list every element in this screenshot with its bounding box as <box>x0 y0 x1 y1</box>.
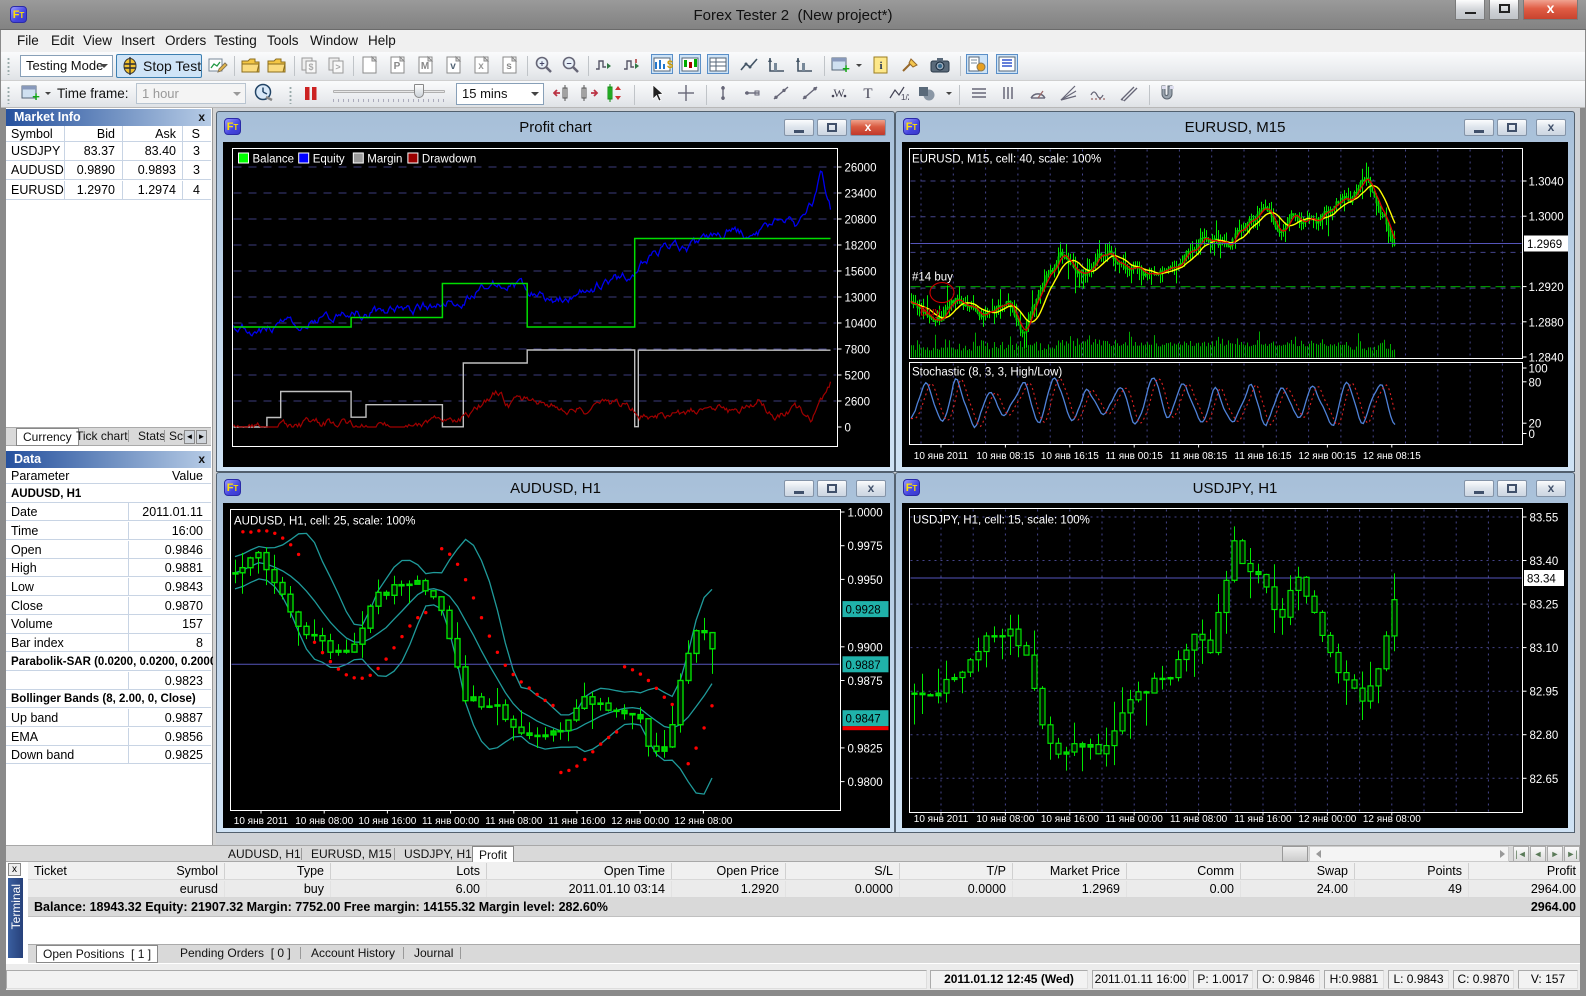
svg-text:0: 0 <box>1529 429 1535 441</box>
svg-text:10 янв 08:00: 10 янв 08:00 <box>295 816 353 827</box>
svg-text:0.9800: 0.9800 <box>848 777 883 789</box>
svg-text:1.2880: 1.2880 <box>1529 317 1564 329</box>
svg-text:15600: 15600 <box>845 267 877 279</box>
svg-text:s: s <box>506 61 512 72</box>
svg-text:0.9847: 0.9847 <box>846 714 881 726</box>
svg-text:2600: 2600 <box>845 397 871 409</box>
svg-text:Stochastic (8, 3, 3, High/Low): Stochastic (8, 3, 3, High/Low) <box>912 367 1062 379</box>
svg-text:11 янв 16:15: 11 янв 16:15 <box>1234 451 1292 462</box>
svg-text:11 янв 00:00: 11 янв 00:00 <box>422 816 480 827</box>
svg-text:10 янв 2011: 10 янв 2011 <box>914 451 969 462</box>
svg-text:7800: 7800 <box>845 345 871 357</box>
svg-text:12 янв 00:00: 12 янв 00:00 <box>611 816 669 827</box>
svg-text:83.10: 83.10 <box>1530 643 1559 655</box>
svg-text:$: $ <box>667 59 673 71</box>
svg-text:v: v <box>450 61 456 72</box>
svg-text:10400: 10400 <box>845 319 877 331</box>
svg-text:11 янв 00:00: 11 янв 00:00 <box>1106 814 1164 825</box>
svg-text:Equity: Equity <box>313 154 345 166</box>
svg-text:23400: 23400 <box>845 189 877 201</box>
svg-text:83.55: 83.55 <box>1530 513 1559 525</box>
svg-text:83.34: 83.34 <box>1527 574 1556 586</box>
svg-text:1.3000: 1.3000 <box>1529 212 1564 224</box>
svg-text:82.65: 82.65 <box>1530 774 1559 786</box>
svg-text:USDJPY, H1, cell: 15, scale: 1: USDJPY, H1, cell: 15, scale: 100% <box>913 515 1090 527</box>
svg-text:#14 buy: #14 buy <box>912 272 953 284</box>
svg-text:x: x <box>478 61 484 72</box>
svg-text:0.9875: 0.9875 <box>848 676 883 688</box>
svg-text:10 янв 16:15: 10 янв 16:15 <box>1041 451 1099 462</box>
svg-text:+: + <box>32 89 40 103</box>
svg-text:P: P <box>394 61 401 72</box>
svg-text:100: 100 <box>1529 364 1548 376</box>
svg-text:12 янв 00:15: 12 янв 00:15 <box>1298 451 1356 462</box>
svg-text:Buy: Buy <box>920 305 941 319</box>
svg-text:12 янв 08:00: 12 янв 08:00 <box>674 816 732 827</box>
svg-text:EURUSD, M15, cell: 40, scale:: EURUSD, M15, cell: 40, scale: 100% <box>912 154 1101 166</box>
svg-text:W: W <box>833 86 845 100</box>
svg-text:0.9928: 0.9928 <box>846 605 881 617</box>
svg-text:10 янв 08:00: 10 янв 08:00 <box>976 814 1034 825</box>
svg-text:0: 0 <box>845 423 851 435</box>
svg-text:26000: 26000 <box>845 163 877 175</box>
svg-text:Drawdown: Drawdown <box>422 154 476 166</box>
svg-text:Balance: Balance <box>253 154 295 166</box>
svg-text:1.2969: 1.2969 <box>1527 239 1562 251</box>
svg-text:10 янв 08:15: 10 янв 08:15 <box>976 451 1034 462</box>
svg-text:11 янв 08:15: 11 янв 08:15 <box>1170 451 1228 462</box>
svg-text:10 янв 2011: 10 янв 2011 <box>914 814 969 825</box>
svg-text:11 янв 16:00: 11 янв 16:00 <box>548 816 606 827</box>
svg-text:12 янв 08:15: 12 янв 08:15 <box>1363 451 1421 462</box>
svg-text:0.9887: 0.9887 <box>846 660 881 672</box>
svg-text:Margin: Margin <box>367 154 402 166</box>
svg-text:1.0000: 1.0000 <box>848 508 883 520</box>
svg-text:10 янв 16:00: 10 янв 16:00 <box>358 816 416 827</box>
svg-text:1/2: 1/2 <box>901 93 909 102</box>
svg-text:11 янв 08:00: 11 янв 08:00 <box>1170 814 1228 825</box>
svg-text:10 янв 16:00: 10 янв 16:00 <box>1041 814 1099 825</box>
svg-text:T: T <box>863 86 872 102</box>
svg-text:11 янв 00:15: 11 янв 00:15 <box>1106 451 1164 462</box>
svg-text:12 янв 00:00: 12 янв 00:00 <box>1298 814 1356 825</box>
svg-text:11 янв 08:00: 11 янв 08:00 <box>485 816 543 827</box>
svg-text:13000: 13000 <box>845 293 877 305</box>
svg-text:5200: 5200 <box>845 371 871 383</box>
svg-text:0.9950: 0.9950 <box>848 575 883 587</box>
svg-text:0.9975: 0.9975 <box>848 541 883 553</box>
svg-text:>: > <box>335 62 340 72</box>
svg-text:10 янв 2011: 10 янв 2011 <box>234 816 289 827</box>
svg-text:82.80: 82.80 <box>1530 730 1559 742</box>
svg-text:$: $ <box>308 62 313 72</box>
svg-text:83.25: 83.25 <box>1530 600 1559 612</box>
svg-text:0.9825: 0.9825 <box>848 743 883 755</box>
svg-text:M: M <box>421 61 429 72</box>
svg-text:1.3040: 1.3040 <box>1529 177 1564 189</box>
svg-text:83.40: 83.40 <box>1530 556 1559 568</box>
svg-text:80: 80 <box>1529 377 1542 389</box>
svg-text:20800: 20800 <box>845 215 877 227</box>
svg-text:+: + <box>539 59 544 69</box>
svg-text:+: + <box>842 61 850 75</box>
svg-text:−: − <box>566 59 571 69</box>
svg-text:i: i <box>879 60 882 72</box>
svg-text:1.2920: 1.2920 <box>1529 282 1564 294</box>
svg-text:0.9900: 0.9900 <box>848 642 883 654</box>
svg-text:82.95: 82.95 <box>1530 687 1559 699</box>
svg-text:12 янв 08:00: 12 янв 08:00 <box>1363 814 1421 825</box>
svg-text:18200: 18200 <box>845 241 877 253</box>
svg-text:11 янв 16:00: 11 янв 16:00 <box>1234 814 1292 825</box>
svg-text:AUDUSD, H1, cell: 25, scale: 1: AUDUSD, H1, cell: 25, scale: 100% <box>234 516 416 528</box>
